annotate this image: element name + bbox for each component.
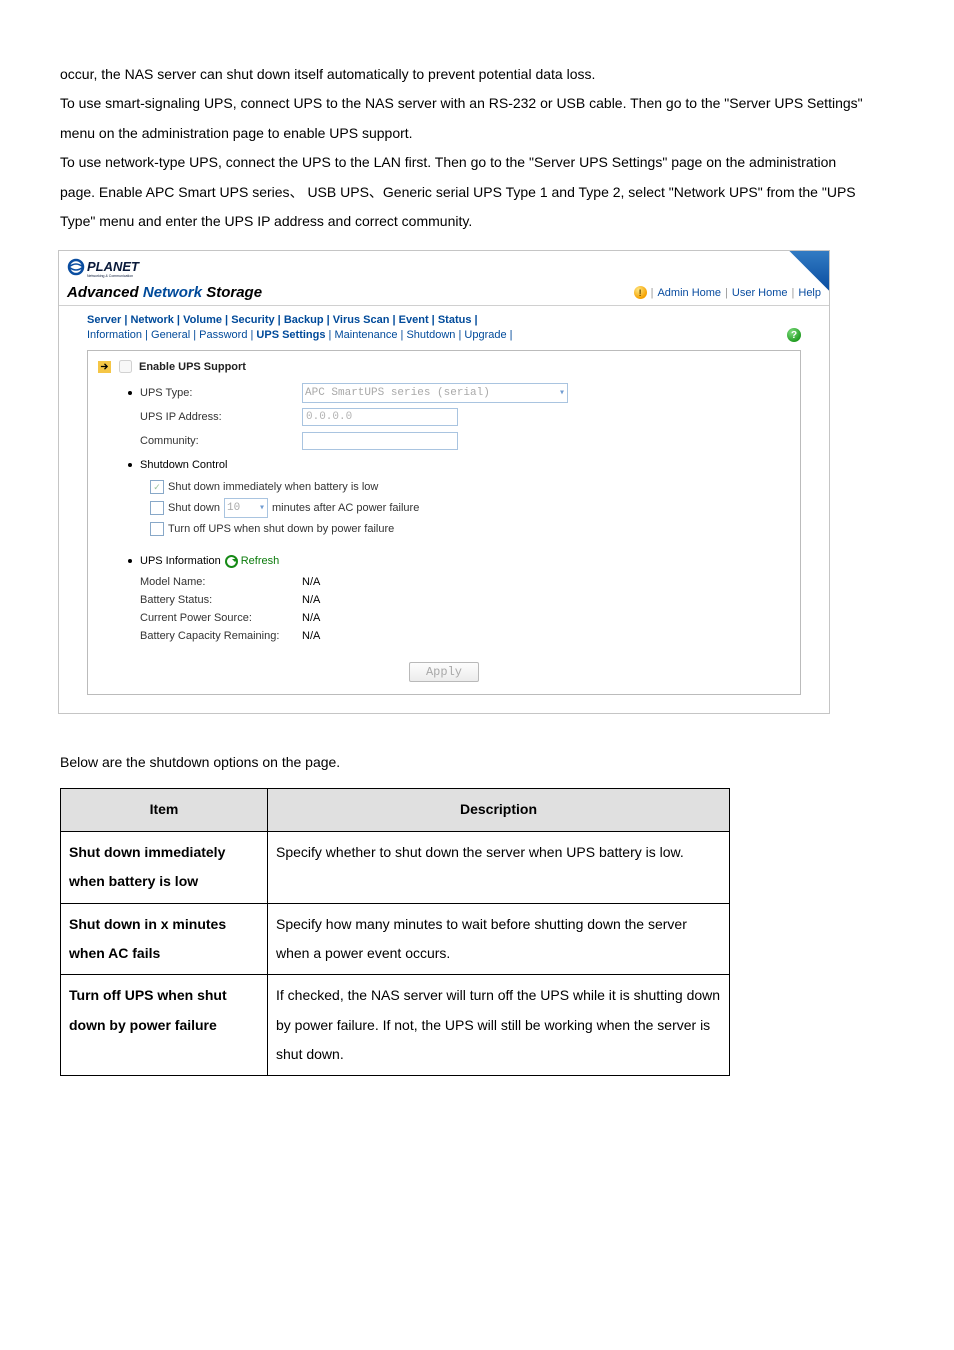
community-label: Community: — [140, 435, 302, 447]
info-capacity-value: N/A — [302, 630, 320, 642]
checkbox-checked-icon: ✓ — [150, 480, 164, 494]
info-power-label: Current Power Source: — [140, 612, 302, 624]
row1-item: Shut down immediately when battery is lo… — [61, 831, 268, 903]
bullet-icon — [128, 463, 132, 467]
subtab-upgrade[interactable]: Upgrade — [464, 329, 506, 341]
context-help-icon[interactable]: ? — [787, 328, 801, 342]
subtab-maintenance[interactable]: Maintenance — [334, 329, 397, 341]
tab-network[interactable]: Network — [130, 314, 173, 326]
product-title: Advanced Network Storage — [67, 284, 262, 301]
row2-desc: Specify how many minutes to wait before … — [268, 903, 730, 975]
shutdown-minutes-select[interactable]: 10 ▾ — [224, 498, 268, 518]
ups-settings-panel: Enable UPS Support UPS Type: APC SmartUP… — [87, 350, 801, 695]
shutdown-control-heading: Shutdown Control — [140, 459, 227, 471]
ups-ip-label: UPS IP Address: — [140, 411, 302, 423]
refresh-icon — [225, 555, 238, 568]
table-row: Shut down immediately when battery is lo… — [61, 831, 730, 903]
opt-shutdown-low-battery[interactable]: ✓ Shut down immediately when battery is … — [150, 480, 790, 494]
community-input[interactable] — [302, 432, 458, 450]
svg-text:PLANET: PLANET — [87, 259, 140, 274]
top-links: ! | Admin Home | User Home | Help — [634, 286, 821, 299]
subtab-information[interactable]: Information — [87, 329, 142, 341]
ups-type-select[interactable]: APC SmartUPS series (serial) ▾ — [302, 383, 568, 403]
info-model-value: N/A — [302, 576, 320, 588]
row2-item: Shut down in x minutes when AC fails — [61, 903, 268, 975]
shutdown-options-table: Item Description Shut down immediately w… — [60, 788, 730, 1076]
info-capacity-label: Battery Capacity Remaining: — [140, 630, 302, 642]
chevron-down-icon: ▾ — [259, 502, 265, 514]
chevron-down-icon: ▾ — [559, 387, 565, 399]
subtab-ups-settings[interactable]: UPS Settings — [256, 329, 325, 341]
below-text: Below are the shutdown options on the pa… — [60, 754, 874, 770]
th-item: Item — [61, 789, 268, 831]
checkbox-icon — [150, 522, 164, 536]
ups-type-label: UPS Type: — [140, 387, 302, 399]
tab-security[interactable]: Security — [231, 314, 274, 326]
ups-info-heading: UPS Information — [140, 555, 221, 567]
tab-status[interactable]: Status — [438, 314, 472, 326]
th-desc: Description — [268, 789, 730, 831]
intro-text: occur, the NAS server can shut down itse… — [60, 60, 874, 236]
intro-p3: To use network-type UPS, connect the UPS… — [60, 148, 874, 236]
brand-logo: PLANET Networking & Communication — [59, 251, 829, 284]
info-power-value: N/A — [302, 612, 320, 624]
subtab-shutdown[interactable]: Shutdown — [406, 329, 455, 341]
tab-virus-scan[interactable]: Virus Scan — [333, 314, 390, 326]
tab-backup[interactable]: Backup — [284, 314, 324, 326]
alert-icon[interactable]: ! — [634, 286, 647, 299]
info-model-label: Model Name: — [140, 576, 302, 588]
tab-server[interactable]: Server — [87, 314, 121, 326]
checkbox-icon — [150, 501, 164, 515]
row1-desc: Specify whether to shut down the server … — [268, 831, 730, 903]
info-battery-label: Battery Status: — [140, 594, 302, 606]
row3-item: Turn off UPS when shut down by power fai… — [61, 975, 268, 1076]
tab-volume[interactable]: Volume — [183, 314, 222, 326]
user-home-link[interactable]: User Home — [732, 287, 788, 299]
subtab-general[interactable]: General — [151, 329, 190, 341]
help-link[interactable]: Help — [798, 287, 821, 299]
row3-desc: If checked, the NAS server will turn off… — [268, 975, 730, 1076]
enable-ups-checkbox[interactable] — [119, 360, 132, 373]
main-tabs: Server | Network | Volume | Security | B… — [87, 310, 801, 326]
arrow-right-icon — [98, 361, 111, 373]
bullet-icon — [128, 391, 132, 395]
intro-p2: To use smart-signaling UPS, connect UPS … — [60, 89, 874, 148]
table-row: Turn off UPS when shut down by power fai… — [61, 975, 730, 1076]
info-battery-value: N/A — [302, 594, 320, 606]
ups-ip-input[interactable] — [302, 408, 458, 426]
admin-home-link[interactable]: Admin Home — [657, 287, 721, 299]
subtab-password[interactable]: Password — [199, 329, 247, 341]
admin-screenshot: PLANET Networking & Communication Advanc… — [58, 250, 830, 714]
tab-event[interactable]: Event — [399, 314, 429, 326]
brand-tagline: Networking & Communication — [87, 274, 133, 278]
table-row: Shut down in x minutes when AC fails Spe… — [61, 903, 730, 975]
sub-tabs: Information | General | Password | UPS S… — [87, 326, 801, 348]
intro-p1: occur, the NAS server can shut down itse… — [60, 60, 874, 89]
enable-ups-label: Enable UPS Support — [139, 361, 246, 373]
apply-button[interactable]: Apply — [409, 662, 479, 682]
bullet-icon — [128, 559, 132, 563]
refresh-button[interactable]: Refresh — [225, 555, 280, 568]
opt-turn-off-ups[interactable]: Turn off UPS when shut down by power fai… — [150, 522, 790, 536]
opt-shutdown-after-minutes[interactable]: Shut down 10 ▾ minutes after AC power fa… — [150, 498, 790, 518]
